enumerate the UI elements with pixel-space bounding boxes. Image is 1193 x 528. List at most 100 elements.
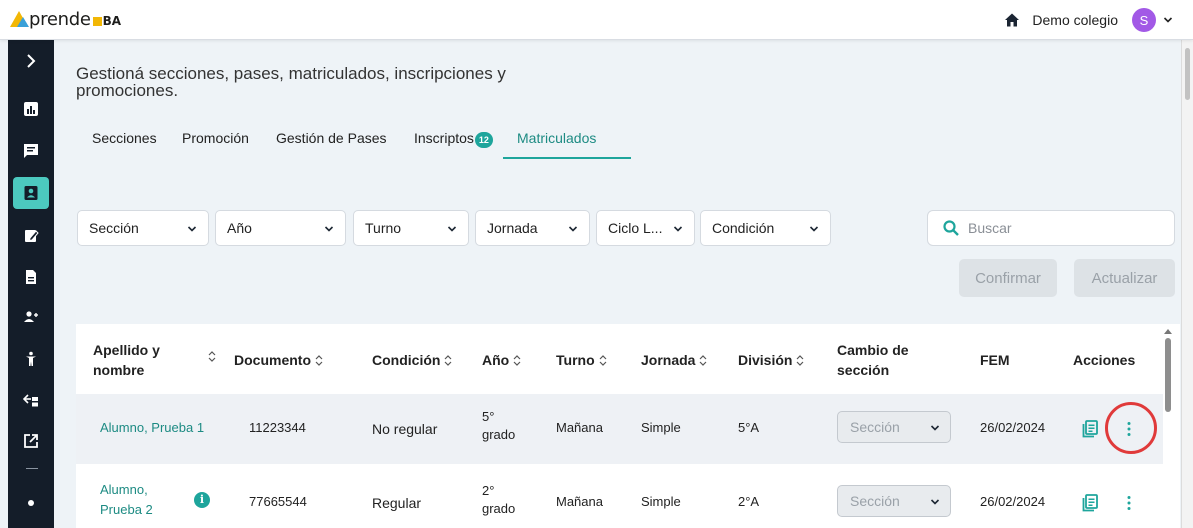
sidebar-item-add-user[interactable] xyxy=(13,302,49,332)
more-options-icon[interactable] xyxy=(1126,421,1132,437)
avatar[interactable]: S xyxy=(1132,8,1156,32)
sort-icon[interactable] xyxy=(208,351,216,362)
document-icon xyxy=(26,270,36,284)
filter-ciclo-lectivo[interactable]: Ciclo L... xyxy=(596,210,695,246)
sidebar-divider xyxy=(26,468,38,469)
tab-matriculados[interactable]: Matriculados xyxy=(503,129,631,159)
sidebar-item-reports[interactable] xyxy=(13,94,49,124)
chevron-down-icon xyxy=(324,226,334,232)
dot-icon xyxy=(28,500,34,506)
scroll-up-arrow-icon[interactable] xyxy=(1164,329,1172,334)
filter-turno[interactable]: Turno xyxy=(353,210,469,246)
sort-icon xyxy=(797,355,804,366)
inscriptos-count-badge: 12 xyxy=(474,132,493,148)
sidebar-expand-button[interactable] xyxy=(13,46,49,76)
sidebar xyxy=(8,40,54,528)
sidebar-item-external[interactable] xyxy=(13,426,49,456)
column-header-condition[interactable]: Condición xyxy=(372,350,452,370)
student-fem: 26/02/2024 xyxy=(980,494,1046,509)
tab-label: Promoción xyxy=(182,130,249,146)
chevron-down-icon xyxy=(568,226,578,232)
aprende-ba-logo[interactable]: prende BA xyxy=(10,6,121,32)
column-header-section-change: Cambio de sección xyxy=(837,342,909,378)
search-icon xyxy=(943,220,959,236)
filter-label: Ciclo L... xyxy=(608,220,663,236)
home-icon[interactable] xyxy=(1004,12,1020,28)
column-header-division[interactable]: División xyxy=(738,350,804,370)
sort-icon xyxy=(445,355,452,366)
section-change-select[interactable]: Sección xyxy=(837,411,951,443)
tab-promocion[interactable]: Promoción xyxy=(182,129,249,159)
filter-label: Turno xyxy=(365,220,402,236)
student-shift: Mañana xyxy=(556,420,603,435)
student-name-link[interactable]: Alumno, Prueba 2 xyxy=(100,480,160,520)
tab-inscriptos[interactable]: Inscriptos 12 xyxy=(414,129,514,159)
school-name[interactable]: Demo colegio xyxy=(1032,12,1118,28)
student-schedule: Simple xyxy=(641,494,681,509)
student-condition: No regular xyxy=(372,421,438,437)
table-scrollbar[interactable] xyxy=(1163,328,1173,528)
tab-secciones[interactable]: Secciones xyxy=(92,129,157,159)
document-list-icon[interactable] xyxy=(1082,420,1098,438)
table-row: Alumno, Prueba 2 i 77665544 Regular 2° g… xyxy=(76,464,1166,528)
id-card-icon xyxy=(24,186,38,200)
student-name-link[interactable]: Alumno, Prueba 1 xyxy=(100,418,204,438)
chevron-down-icon xyxy=(930,499,940,505)
external-link-icon xyxy=(24,434,38,448)
student-division: 5°A xyxy=(738,420,760,435)
sidebar-item-students[interactable] xyxy=(13,177,49,209)
student-condition: Regular xyxy=(372,495,422,511)
page-scrollbar[interactable] xyxy=(1181,40,1193,528)
search-box[interactable] xyxy=(927,210,1175,246)
page-title: Gestioná secciones, pases, matriculados,… xyxy=(76,64,506,100)
swap-icon xyxy=(23,394,38,407)
column-header-name[interactable]: Apellido y nombre xyxy=(93,340,173,380)
sort-icon xyxy=(599,355,607,366)
document-list-icon[interactable] xyxy=(1082,494,1098,512)
tab-label: Secciones xyxy=(92,130,157,146)
column-header-schedule[interactable]: Jornada xyxy=(641,350,707,370)
sidebar-item-dot[interactable] xyxy=(13,488,49,518)
tab-label: Matriculados xyxy=(517,130,597,146)
chart-icon xyxy=(24,102,38,116)
user-area: Demo colegio S xyxy=(1004,8,1173,32)
student-document: 11223344 xyxy=(249,420,306,435)
info-icon[interactable]: i xyxy=(194,492,210,508)
filter-ano[interactable]: Año xyxy=(215,210,346,246)
column-header-year[interactable]: Año xyxy=(482,350,521,370)
table-row: Alumno, Prueba 1 11223344 No regular 5° … xyxy=(76,394,1166,464)
tab-gestion-pases[interactable]: Gestión de Pases xyxy=(276,129,406,159)
filter-label: Año xyxy=(227,220,252,236)
more-options-icon[interactable] xyxy=(1126,495,1132,511)
accessibility-icon xyxy=(26,351,36,366)
sidebar-item-messages[interactable] xyxy=(13,136,49,166)
search-input[interactable] xyxy=(968,220,1158,236)
filter-jornada[interactable]: Jornada xyxy=(475,210,590,246)
page-scroll-thumb[interactable] xyxy=(1185,48,1190,100)
logo-ba: BA xyxy=(93,14,121,28)
add-user-icon xyxy=(24,311,38,322)
column-header-label: Año xyxy=(482,352,510,368)
chevron-down-icon xyxy=(187,226,197,232)
logo-a-icon xyxy=(10,11,29,27)
student-shift: Mañana xyxy=(556,494,603,509)
table-scroll-thumb[interactable] xyxy=(1165,338,1171,412)
student-document: 77665544 xyxy=(249,494,307,509)
column-header-document[interactable]: Documento xyxy=(234,350,323,370)
column-header-shift[interactable]: Turno xyxy=(556,350,607,370)
chevron-right-icon xyxy=(27,54,36,68)
filter-condicion[interactable]: Condición xyxy=(700,210,831,246)
filter-seccion[interactable]: Sección xyxy=(77,210,209,246)
confirm-button[interactable]: Confirmar xyxy=(959,259,1057,297)
tab-label: Gestión de Pases xyxy=(276,130,387,146)
section-change-select[interactable]: Sección xyxy=(837,485,951,517)
sidebar-item-assignments[interactable] xyxy=(13,220,49,250)
update-button[interactable]: Actualizar xyxy=(1074,259,1175,297)
chevron-down-icon xyxy=(930,425,940,431)
sidebar-item-accessibility[interactable] xyxy=(13,344,49,374)
tab-label: Inscriptos xyxy=(414,130,474,146)
sidebar-item-swap[interactable] xyxy=(13,386,49,416)
sort-icon xyxy=(513,355,521,366)
sidebar-item-documents[interactable] xyxy=(13,262,49,292)
chevron-down-icon[interactable] xyxy=(1163,15,1173,25)
